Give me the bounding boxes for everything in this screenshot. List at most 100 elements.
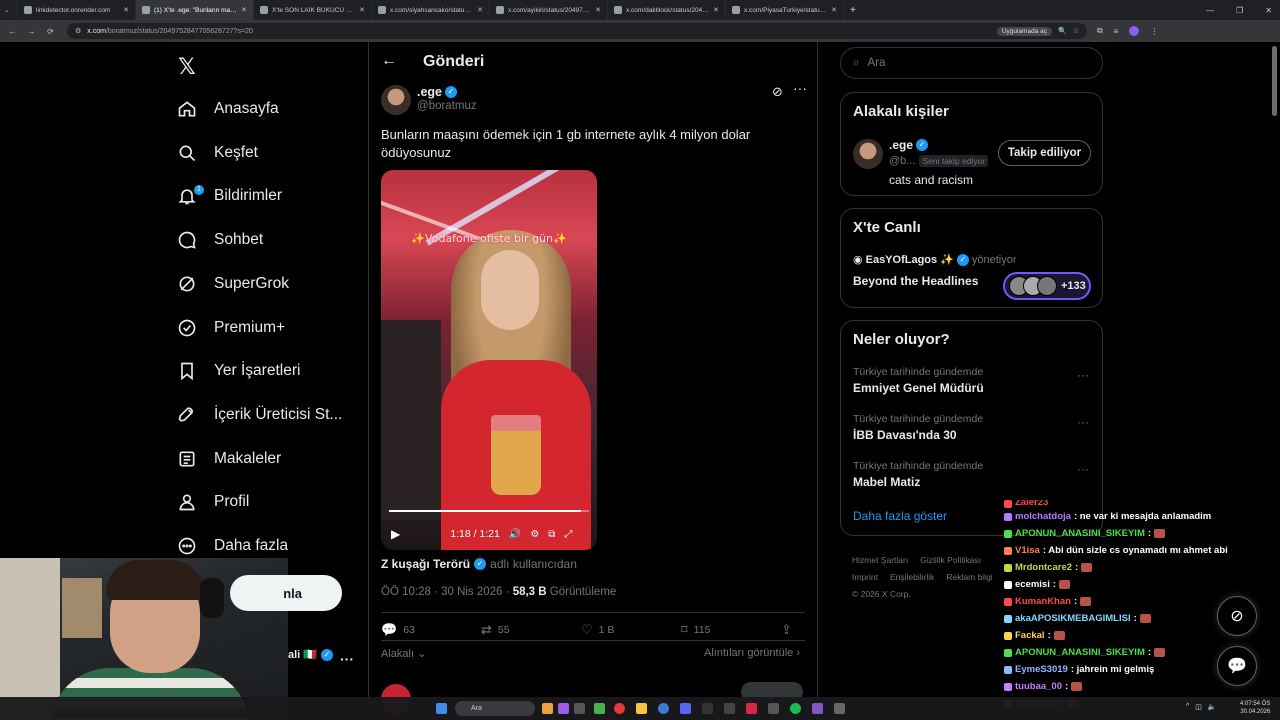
network-icon[interactable]: ◫ bbox=[1195, 703, 1202, 711]
chat-username[interactable]: Mrdontcare2 bbox=[1015, 562, 1072, 573]
app-icon[interactable] bbox=[768, 703, 779, 714]
grok-icon[interactable]: ⊘ bbox=[772, 84, 783, 100]
browser-tab[interactable]: x.com/ayikiri/status/20497575 ✕ bbox=[490, 0, 608, 20]
chat-username[interactable]: APONUN_ANASINI_SIKEYIM bbox=[1015, 647, 1145, 658]
avatar[interactable] bbox=[853, 139, 883, 169]
community-attribution[interactable]: Z kuşağı Terörü ✓ adlı kullanıcıdan bbox=[381, 557, 577, 571]
fullscreen-icon[interactable]: ⤢ bbox=[564, 529, 572, 540]
author-handle[interactable]: @boratmuz bbox=[417, 100, 477, 112]
nav-item-home[interactable]: Anasayfa bbox=[176, 94, 279, 124]
nav-item-article[interactable]: Makaleler bbox=[176, 444, 281, 474]
close-tab-icon[interactable]: ✕ bbox=[123, 6, 129, 14]
browser-tab[interactable]: (1) X'te .ege: "Bunların maaşını ✕ bbox=[136, 0, 254, 20]
footer-link[interactable]: Reklam bilgi bbox=[946, 572, 992, 582]
chat-username[interactable]: tuubaa_00 bbox=[1015, 681, 1062, 692]
chat-username[interactable]: ecemisi bbox=[1015, 579, 1050, 590]
forward-icon[interactable]: → bbox=[25, 27, 38, 36]
show-more-link[interactable]: Daha fazla göster bbox=[853, 509, 947, 523]
site-info-icon[interactable]: ⚙ bbox=[75, 27, 81, 35]
taskbar-clock[interactable]: 4:07:54 ÖS 30.04.2026 bbox=[1240, 700, 1270, 716]
x-logo[interactable]: 𝕏 bbox=[178, 54, 196, 80]
video-progress-bar[interactable] bbox=[389, 510, 589, 512]
app-icon[interactable] bbox=[594, 703, 605, 714]
bookmark-button[interactable]: ⌑ 115 bbox=[681, 622, 781, 638]
related-name-row[interactable]: .ege ✓ bbox=[889, 138, 929, 152]
more-options-icon[interactable]: ··· bbox=[1077, 462, 1089, 476]
menu-icon[interactable]: ⋮ bbox=[1150, 27, 1158, 36]
app-icon[interactable] bbox=[658, 703, 669, 714]
profile-avatar[interactable] bbox=[1129, 26, 1140, 36]
space-listeners-button[interactable]: +133 bbox=[1003, 272, 1091, 300]
search-input[interactable]: ⌕ Ara bbox=[840, 47, 1103, 79]
zoom-icon[interactable]: 🔍 bbox=[1058, 27, 1067, 35]
browser-tab[interactable]: x.com/daktilock/status/204956 ✕ bbox=[608, 0, 726, 20]
close-tab-icon[interactable]: ✕ bbox=[477, 6, 483, 14]
browser-tab[interactable]: X'te SON LAİK BÜKÜCÜ ne "Sen ✕ bbox=[254, 0, 372, 20]
app-icon[interactable] bbox=[746, 703, 757, 714]
taskbar-search[interactable]: Ara bbox=[455, 701, 535, 716]
media-icon[interactable]: ≡ bbox=[1114, 27, 1119, 36]
volume-icon[interactable]: 🔊 bbox=[509, 529, 521, 540]
scrollbar[interactable] bbox=[1272, 46, 1277, 116]
author-name-row[interactable]: .ege ✓ bbox=[417, 85, 458, 99]
back-arrow-icon[interactable]: ← bbox=[381, 52, 397, 70]
discord-icon[interactable] bbox=[680, 703, 691, 714]
task-view-icon[interactable] bbox=[574, 703, 585, 714]
file-explorer-icon[interactable] bbox=[636, 703, 647, 714]
live-host-row[interactable]: ◉ EasYOfLagos ✨ ✓ yönetiyor bbox=[853, 253, 1017, 266]
settings-icon[interactable]: ⚙ bbox=[530, 529, 539, 540]
more-options-icon[interactable]: ··· bbox=[1077, 415, 1089, 429]
space-title[interactable]: Beyond the Headlines bbox=[853, 274, 978, 288]
following-button[interactable]: Takip ediliyor bbox=[998, 140, 1091, 166]
pip-icon[interactable]: ⧉ bbox=[548, 529, 555, 540]
app-icon[interactable] bbox=[812, 703, 823, 714]
author-avatar[interactable] bbox=[381, 85, 411, 115]
nav-item-search[interactable]: Keşfet bbox=[176, 138, 258, 168]
url-bar[interactable]: ⚙ x.com/boratmuz/status/2049752847705628… bbox=[67, 23, 1087, 39]
spotify-icon[interactable] bbox=[790, 703, 801, 714]
share-button[interactable]: ⇪ bbox=[781, 622, 792, 638]
browser-tab[interactable]: x.com/siyahsancako/status/204 ✕ bbox=[372, 0, 490, 20]
chat-username[interactable]: akaAPOSIKMEBAGIMLISI bbox=[1015, 613, 1131, 624]
chat-username[interactable]: Fackal bbox=[1015, 630, 1045, 641]
close-tab-icon[interactable]: ✕ bbox=[359, 6, 365, 14]
app-icon[interactable] bbox=[834, 703, 845, 714]
account-switcher[interactable]: ali 🇮🇹 ✓ bbox=[288, 648, 333, 661]
chat-username[interactable]: KumanKhan bbox=[1015, 596, 1071, 607]
account-more-icon[interactable]: ··· bbox=[340, 651, 354, 667]
open-in-app-button[interactable]: Uygulamada aç bbox=[996, 26, 1052, 36]
chat-username[interactable]: V1isa bbox=[1015, 545, 1040, 556]
video-player[interactable]: ✨Vodafone ofiste bir gün✨ ▶ 1:18 / 1:21 … bbox=[381, 170, 597, 550]
footer-link[interactable]: Hizmet Şartları bbox=[852, 555, 908, 565]
chat-username[interactable]: Zaler23 bbox=[1015, 500, 1048, 508]
close-tab-icon[interactable]: ✕ bbox=[713, 6, 719, 14]
new-tab-button[interactable]: + bbox=[850, 5, 856, 16]
tab-search-button[interactable]: ⌄ bbox=[0, 0, 18, 20]
browser-tab[interactable]: x.com/PiyasaTurkiye/status/204 ✕ bbox=[726, 0, 844, 20]
close-tab-icon[interactable]: ✕ bbox=[241, 6, 247, 14]
close-tab-icon[interactable]: ✕ bbox=[831, 6, 837, 14]
star-icon[interactable]: ☆ bbox=[1073, 27, 1079, 35]
app-icon[interactable] bbox=[702, 703, 713, 714]
extensions-icon[interactable]: ⧉ bbox=[1097, 26, 1103, 36]
nav-item-profile[interactable]: Profil bbox=[176, 487, 249, 517]
chat-username[interactable]: EymeS3019 bbox=[1015, 664, 1068, 675]
repost-button[interactable]: ⇄ 55 bbox=[481, 622, 581, 638]
messages-float-button[interactable]: 💬 bbox=[1217, 646, 1257, 686]
reload-icon[interactable]: ⟳ bbox=[44, 27, 57, 36]
back-icon[interactable]: ← bbox=[6, 27, 19, 36]
grok-float-button[interactable]: ⊘ bbox=[1217, 596, 1257, 636]
reply-button[interactable]: 💬 63 bbox=[381, 622, 481, 638]
nav-item-bell[interactable]: 1 Bildirimler bbox=[176, 181, 282, 211]
like-button[interactable]: ♡ 1 B bbox=[581, 622, 681, 638]
chat-username[interactable]: molchatdoja bbox=[1015, 511, 1071, 522]
sort-dropdown[interactable]: Alakalı ⌄ bbox=[381, 647, 426, 660]
nav-item-chat[interactable]: Sohbet bbox=[176, 225, 263, 255]
nav-item-rocket[interactable]: İçerik Üreticisi St... bbox=[176, 400, 342, 430]
chrome-icon[interactable] bbox=[614, 703, 625, 714]
windows-start-icon[interactable] bbox=[436, 703, 447, 714]
app-icon[interactable] bbox=[724, 703, 735, 714]
chat-username[interactable]: APONUN_ANASINI_SIKEYIM bbox=[1015, 528, 1145, 539]
more-options-icon[interactable]: ··· bbox=[1077, 368, 1089, 382]
volume-icon[interactable]: 🔈 bbox=[1208, 703, 1217, 711]
